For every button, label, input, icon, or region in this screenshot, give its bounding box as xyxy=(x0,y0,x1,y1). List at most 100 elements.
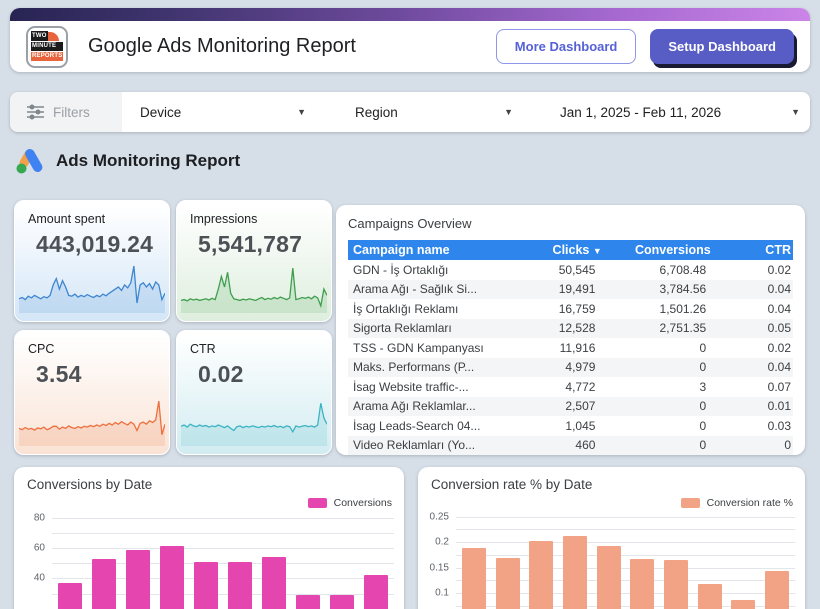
table-cell: 0 xyxy=(619,358,726,378)
chart-legend: Conversion rate % xyxy=(681,497,793,509)
chevron-down-icon: ▼ xyxy=(297,107,306,117)
more-dashboard-button[interactable]: More Dashboard xyxy=(496,29,637,64)
kpi-sparkline-chart xyxy=(19,261,165,313)
bar xyxy=(126,550,150,609)
y-axis-tick-label: 0.2 xyxy=(435,537,449,548)
date-range-filter[interactable]: Jan 1, 2025 - Feb 11, 2026 ▼ xyxy=(560,92,800,132)
bar xyxy=(529,541,553,609)
header-gradient-bar xyxy=(10,8,810,21)
table-cell: 1,501.26 xyxy=(619,299,726,319)
chart-title: Conversions by Date xyxy=(27,477,152,492)
setup-dashboard-button[interactable]: Setup Dashboard xyxy=(650,29,794,64)
table-row: Video Reklamları (Yo...46000 xyxy=(348,436,793,456)
bar xyxy=(262,557,286,609)
table-cell: 2,507 xyxy=(535,397,620,417)
legend-label: Conversion rate % xyxy=(707,497,793,509)
table-cell: 0.01 xyxy=(726,397,793,417)
kpi-sparkline-chart xyxy=(19,394,165,446)
column-header-conversions[interactable]: Conversions xyxy=(619,240,726,260)
kpi-value: 3.54 xyxy=(36,361,156,388)
chevron-down-icon: ▼ xyxy=(791,107,800,117)
y-axis-tick-label: 0.25 xyxy=(430,511,449,522)
table-cell: 12,528 xyxy=(535,319,620,339)
table-row: Maks. Performans (P...4,97900.04 xyxy=(348,358,793,378)
bar xyxy=(765,571,789,609)
table-row: GDN - İş Ortaklığı50,5456,708.480.02 xyxy=(348,260,793,280)
kpi-value: 5,541,787 xyxy=(198,231,318,258)
table-row: Arama Ağı - Sağlık Si...19,4913,784.560.… xyxy=(348,280,793,300)
conversion-rate-by-date-chart-card: Conversion rate % by Date Conversion rat… xyxy=(418,467,805,609)
region-filter-dropdown[interactable]: Region ▼ xyxy=(355,92,513,132)
y-axis-tick-label: 0.15 xyxy=(430,562,449,573)
legend-label: Conversions xyxy=(334,497,392,509)
table-cell: 16,759 xyxy=(535,299,620,319)
table-row: İş Ortaklığı Reklamı16,7591,501.260.04 xyxy=(348,299,793,319)
table-cell: 0.04 xyxy=(726,299,793,319)
kpi-card-ctr: CTR 0.02 xyxy=(176,330,332,455)
bar xyxy=(92,559,116,609)
column-header-clicks[interactable]: Clicks ▼ xyxy=(535,240,620,260)
table-cell: 0.05 xyxy=(726,319,793,339)
logo-text-minute: MINUTE xyxy=(31,42,63,51)
chart-title: Conversion rate % by Date xyxy=(431,477,592,492)
table-cell: 0.02 xyxy=(726,338,793,358)
table-cell: Arama Ağı - Sağlık Si... xyxy=(348,280,535,300)
table-cell: 1,045 xyxy=(535,416,620,436)
table-row: Arama Ağı Reklamlar...2,50700.01 xyxy=(348,397,793,417)
y-axis-tick-label: 60 xyxy=(34,542,45,553)
table-cell: 0.04 xyxy=(726,280,793,300)
filter-bar: Filters Device ▼ Region ▼ Jan 1, 2025 - … xyxy=(10,92,810,132)
bar xyxy=(160,546,184,609)
table-cell: 50,545 xyxy=(535,260,620,280)
table-cell: GDN - İş Ortaklığı xyxy=(348,260,535,280)
table-cell: 6,708.48 xyxy=(619,260,726,280)
table-cell: Maks. Performans (P... xyxy=(348,358,535,378)
device-filter-dropdown[interactable]: Device ▼ xyxy=(140,92,306,132)
logo-text-reports: REPORTS xyxy=(31,52,63,61)
column-header-campaign-name[interactable]: Campaign name xyxy=(348,240,535,260)
kpi-label: Impressions xyxy=(190,212,318,226)
kpi-label: CPC xyxy=(28,342,156,356)
kpi-value: 0.02 xyxy=(198,361,318,388)
table-cell: 4,772 xyxy=(535,377,620,397)
table-cell: İsag Website traffic-... xyxy=(348,377,535,397)
table-cell: TSS - GDN Kampanyası xyxy=(348,338,535,358)
logo-text-two: TWO xyxy=(31,31,48,41)
bar xyxy=(698,584,722,609)
table-cell: 2,751.35 xyxy=(619,319,726,339)
logo-quarter-circle xyxy=(48,32,59,41)
table-cell: 0 xyxy=(726,436,793,456)
bar-chart-plot-area: 406080 xyxy=(52,510,394,609)
section-header: Ads Monitoring Report xyxy=(16,148,240,174)
column-header-ctr[interactable]: CTR xyxy=(726,240,793,260)
table-cell: 4,979 xyxy=(535,358,620,378)
bar xyxy=(731,600,755,609)
table-row: Sigorta Reklamları12,5282,751.350.05 xyxy=(348,319,793,339)
y-axis-tick-label: 80 xyxy=(34,512,45,523)
y-axis-tick-label: 0.1 xyxy=(435,588,449,599)
date-range-value: Jan 1, 2025 - Feb 11, 2026 xyxy=(560,105,721,120)
bar xyxy=(228,562,252,609)
campaigns-overview-card: Campaigns Overview Campaign nameClicks ▼… xyxy=(336,205,805,455)
conversions-by-date-chart-card: Conversions by Date Conversions 406080 xyxy=(14,467,404,609)
bars-container xyxy=(456,510,795,609)
table-row: TSS - GDN Kampanyası11,91600.02 xyxy=(348,338,793,358)
google-ads-icon xyxy=(16,148,43,174)
table-header-row: Campaign nameClicks ▼ConversionsCTR xyxy=(348,240,793,260)
header-actions: More Dashboard Setup Dashboard xyxy=(496,29,794,64)
legend-swatch xyxy=(308,498,327,508)
table-cell: Video Reklamları (Yo... xyxy=(348,436,535,456)
bar xyxy=(330,595,354,609)
chevron-down-icon: ▼ xyxy=(504,107,513,117)
bar xyxy=(296,595,320,609)
table-row: İsag Leads-Search 04...1,04500.03 xyxy=(348,416,793,436)
table-cell: 0 xyxy=(619,436,726,456)
section-title: Ads Monitoring Report xyxy=(56,151,240,171)
table-cell: 3,784.56 xyxy=(619,280,726,300)
kpi-sparkline-chart xyxy=(181,394,327,446)
y-axis-tick-label: 40 xyxy=(34,573,45,584)
table-cell: 19,491 xyxy=(535,280,620,300)
kpi-card-amount-spent: Amount spent 443,019.24 xyxy=(14,200,170,322)
header-row: TWO MINUTE REPORTS Google Ads Monitoring… xyxy=(10,21,810,72)
table-cell: 460 xyxy=(535,436,620,456)
